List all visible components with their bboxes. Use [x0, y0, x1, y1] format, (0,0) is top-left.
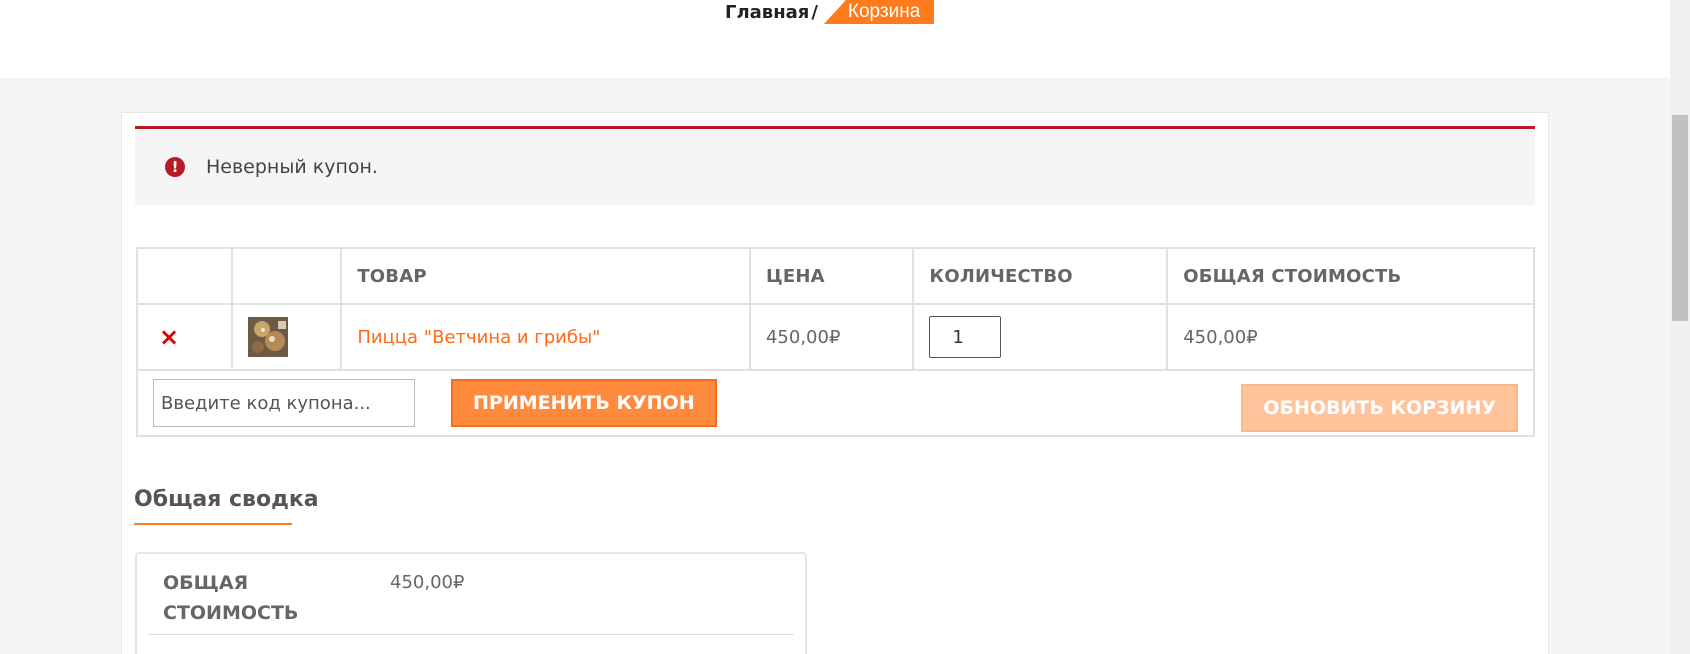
notice-message: Неверный купон. [206, 156, 378, 178]
summary-total-value: 450,00₽ [390, 572, 465, 593]
breadcrumb-separator: / [811, 1, 818, 23]
cart-table: ТОВАР ЦЕНА КОЛИЧЕСТВО ОБЩАЯ СТОИМОСТЬ × [136, 247, 1535, 437]
breadcrumb-current: Корзина [823, 0, 935, 24]
header-price: ЦЕНА [748, 247, 915, 305]
coupon-input[interactable] [153, 379, 415, 427]
actions-row: ПРИМЕНИТЬ КУПОН ОБНОВИТЬ КОРЗИНУ [136, 369, 1535, 437]
breadcrumb-home-link[interactable]: Главная [725, 2, 809, 23]
summary-divider [148, 634, 794, 635]
error-notice: ! Неверный купон. [135, 126, 1535, 205]
header-total: ОБЩАЯ СТОИМОСТЬ [1166, 247, 1535, 305]
page-scrollbar[interactable] [1670, 0, 1690, 654]
summary-title: Общая сводка [134, 487, 319, 512]
header-bar: Главная / Корзина [0, 0, 1670, 78]
summary-title-underline [134, 523, 292, 525]
price-cell: 450,00₽ [748, 303, 915, 371]
product-cell: Пицца "Ветчина и грибы" [340, 303, 751, 371]
table-header-row: ТОВАР ЦЕНА КОЛИЧЕСТВО ОБЩАЯ СТОИМОСТЬ [136, 247, 1535, 305]
header-image [230, 247, 343, 305]
summary-total-label: ОБЩАЯ СТОИМОСТЬ [163, 572, 299, 624]
header-remove [136, 247, 233, 305]
pizza-thumbnail[interactable] [247, 317, 288, 357]
breadcrumb: Главная / Корзина [725, 0, 935, 24]
header-quantity: КОЛИЧЕСТВО [912, 247, 1169, 305]
actions-cell: ПРИМЕНИТЬ КУПОН ОБНОВИТЬ КОРЗИНУ [136, 369, 1535, 437]
quantity-input[interactable] [929, 316, 1002, 358]
table-row: × Пицца "Ветчина и грибы" 450,00₽ 1 450,… [136, 303, 1535, 371]
apply-coupon-button[interactable]: ПРИМЕНИТЬ КУПОН [451, 379, 717, 427]
total-cell: 450,00₽ [1166, 303, 1535, 371]
image-cell [230, 303, 343, 371]
update-cart-button[interactable]: ОБНОВИТЬ КОРЗИНУ [1241, 384, 1518, 432]
remove-cell: × [136, 303, 233, 371]
header-product: ТОВАР [340, 247, 751, 305]
scrollbar-thumb[interactable] [1672, 115, 1688, 321]
exclamation-icon: ! [165, 157, 185, 177]
summary-box: ОБЩАЯ СТОИМОСТЬ 450,00₽ [135, 552, 807, 654]
remove-item-button[interactable]: × [153, 323, 179, 351]
product-link[interactable]: Пицца "Ветчина и грибы" [357, 327, 600, 348]
quantity-cell [912, 303, 1169, 371]
